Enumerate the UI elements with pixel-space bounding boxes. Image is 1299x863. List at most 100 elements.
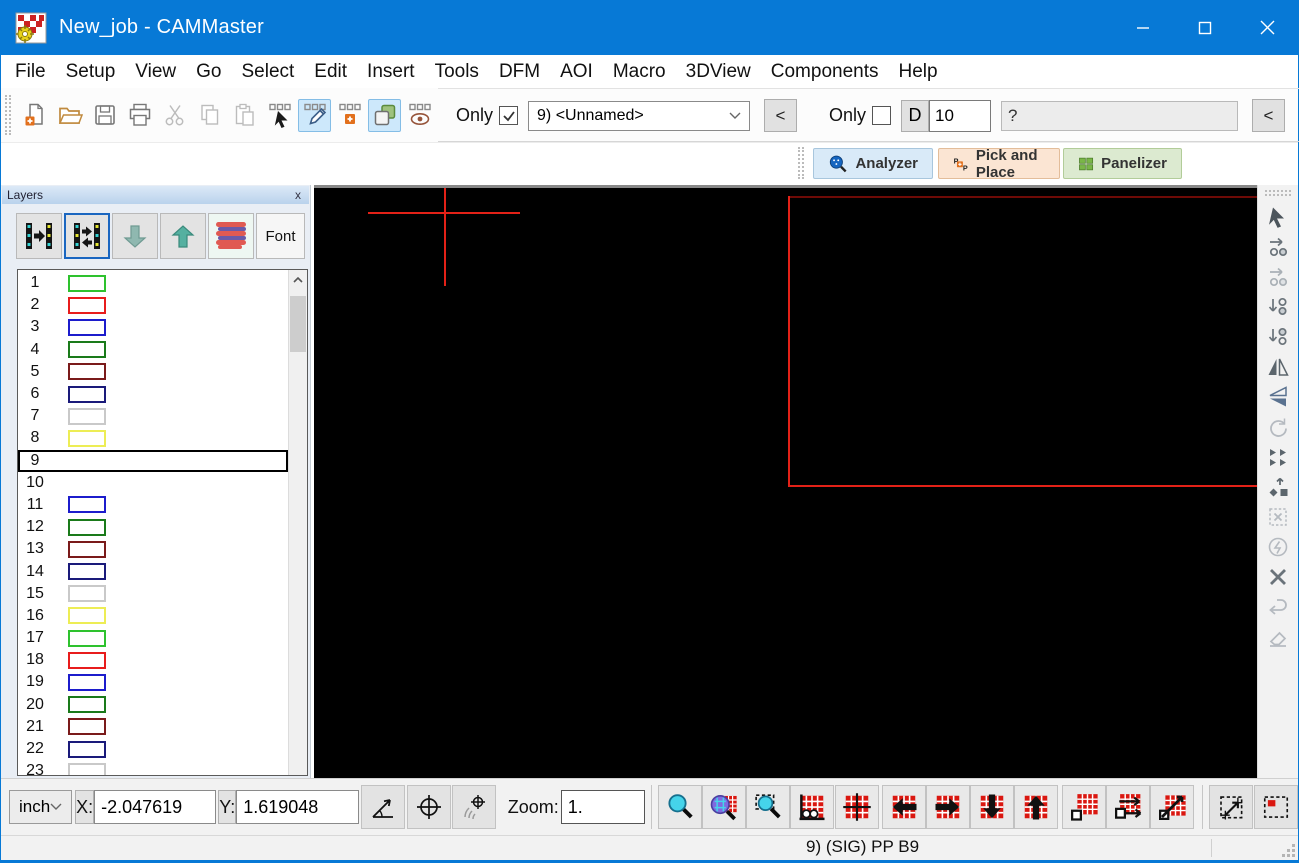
menu-item-3dview[interactable]: 3DView [676, 59, 761, 85]
layer-row-1[interactable]: 1 [18, 272, 288, 294]
add-objects-button[interactable] [333, 99, 366, 132]
font-button[interactable]: Font [256, 213, 305, 259]
move-to-top-layer-button[interactable] [1262, 232, 1294, 262]
layer-row-22[interactable]: 22 [18, 738, 288, 760]
analyzer-button[interactable]: Analyzer [813, 148, 933, 179]
layer-row-6[interactable]: 6 [18, 383, 288, 405]
layer-row-3[interactable]: 3 [18, 316, 288, 338]
rotate-button[interactable] [1262, 412, 1294, 442]
table-up-button[interactable] [1013, 785, 1058, 829]
table-move-button[interactable] [1105, 785, 1150, 829]
select-objects-button[interactable] [263, 99, 296, 132]
layers-panel-header[interactable]: Layers x [2, 186, 309, 204]
layer-row-21[interactable]: 21 [18, 716, 288, 738]
layer-color-swatch[interactable] [68, 696, 106, 714]
zoom-input[interactable] [560, 790, 645, 824]
resize-grip-icon[interactable] [1282, 844, 1296, 858]
canvas[interactable] [314, 185, 1259, 778]
copy-to-bottom-layer-button[interactable] [1262, 322, 1294, 352]
layer-color-swatch[interactable] [68, 607, 106, 625]
layer-color-swatch[interactable] [68, 407, 106, 425]
origin-crosshair-button[interactable] [406, 785, 451, 829]
menu-item-help[interactable]: Help [889, 59, 948, 85]
layer-color-swatch[interactable] [68, 518, 106, 536]
previous-dcode-button[interactable]: < [1252, 99, 1286, 132]
zoom-window-button[interactable] [657, 785, 702, 829]
table-origin-button[interactable] [790, 785, 835, 829]
layer-color-swatch[interactable] [68, 363, 106, 381]
menu-item-aoi[interactable]: AOI [550, 59, 603, 85]
layer-color-swatch[interactable] [68, 296, 106, 314]
layer-color-swatch[interactable] [68, 740, 106, 758]
layer-row-10[interactable]: 10 [18, 472, 288, 494]
layer-color-swatch[interactable] [68, 341, 106, 359]
scroll-up-icon[interactable] [289, 270, 307, 289]
layers-panel-close-icon[interactable]: x [292, 189, 304, 201]
layer-color-swatch[interactable] [68, 718, 106, 736]
mirror-horizontal-button[interactable] [1262, 352, 1294, 382]
menu-item-go[interactable]: Go [186, 59, 231, 85]
layer-row-8[interactable]: 8 [18, 427, 288, 449]
layer-row-17[interactable]: 17 [18, 627, 288, 649]
menu-item-edit[interactable]: Edit [304, 59, 357, 85]
layer-color-swatch[interactable] [68, 563, 106, 581]
stretch-button[interactable] [1262, 502, 1294, 532]
unit-dropdown[interactable]: inch [9, 790, 73, 824]
layer-color-swatch[interactable] [68, 429, 106, 447]
minimize-button[interactable] [1112, 0, 1174, 55]
print-button[interactable] [123, 99, 156, 132]
layer-row-9[interactable]: 9 [18, 449, 288, 472]
layer-row-16[interactable]: 16 [18, 605, 288, 627]
layer-row-2[interactable]: 2 [18, 294, 288, 316]
layer-color-swatch[interactable] [68, 274, 106, 292]
table-right-button[interactable] [925, 785, 970, 829]
copy-button[interactable] [193, 99, 226, 132]
only-layer-checkbox[interactable] [499, 106, 519, 125]
pick-and-place-button[interactable]: P P Pick and Place [938, 147, 1060, 181]
layer-row-7[interactable]: 7 [18, 405, 288, 427]
launch-toolbar-grip[interactable] [798, 147, 804, 179]
zoom-grid-button[interactable] [701, 785, 746, 829]
cut-button[interactable] [158, 99, 191, 132]
menu-item-macro[interactable]: Macro [603, 59, 676, 85]
step-repeat-button[interactable] [1262, 442, 1294, 472]
layer-color-swatch[interactable] [68, 629, 106, 647]
layer-row-19[interactable]: 19 [18, 671, 288, 693]
edit-objects-button[interactable] [298, 98, 331, 132]
layer-view-single-button[interactable] [16, 213, 62, 259]
y-coordinate-field[interactable] [236, 790, 360, 824]
layer-row-20[interactable]: 20 [18, 694, 288, 716]
layer-row-13[interactable]: 13 [18, 538, 288, 560]
layer-dropdown[interactable]: 9) <Unnamed> [528, 100, 751, 131]
layer-row-11[interactable]: 11 [18, 494, 288, 516]
pointer-button[interactable] [1262, 202, 1294, 232]
table-left-button[interactable] [881, 785, 926, 829]
dcode-input[interactable] [929, 99, 992, 132]
maximize-button[interactable] [1174, 0, 1236, 55]
locate-crosshair-button[interactable] [451, 785, 496, 829]
scrollbar-thumb[interactable] [290, 296, 306, 352]
toolbar-grip[interactable] [5, 95, 11, 135]
open-folder-button[interactable] [53, 99, 86, 132]
layer-color-swatch[interactable] [68, 651, 106, 669]
erase-button[interactable] [1262, 622, 1294, 652]
layer-move-up-button[interactable] [160, 213, 206, 259]
transfer-dcode-button[interactable] [1262, 472, 1294, 502]
undo-button[interactable] [1262, 592, 1294, 622]
table-down-button[interactable] [969, 785, 1014, 829]
copy-to-top-layer-button[interactable] [1262, 262, 1294, 292]
x-coordinate-field[interactable] [94, 790, 217, 824]
paste-button[interactable] [228, 99, 261, 132]
menu-item-tools[interactable]: Tools [425, 59, 489, 85]
layer-color-swatch[interactable] [68, 385, 106, 403]
layer-color-swatch[interactable] [68, 540, 106, 558]
menu-item-view[interactable]: View [125, 59, 186, 85]
menu-item-file[interactable]: File [5, 59, 56, 85]
table-diagonal-button[interactable] [1149, 785, 1194, 829]
layer-row-14[interactable]: 14 [18, 560, 288, 582]
move-to-bottom-layer-button[interactable] [1262, 292, 1294, 322]
layer-color-swatch[interactable] [68, 585, 106, 603]
only-dcode-checkbox[interactable] [872, 106, 892, 125]
layer-row-4[interactable]: 4 [18, 339, 288, 361]
new-file-button[interactable] [18, 99, 51, 132]
